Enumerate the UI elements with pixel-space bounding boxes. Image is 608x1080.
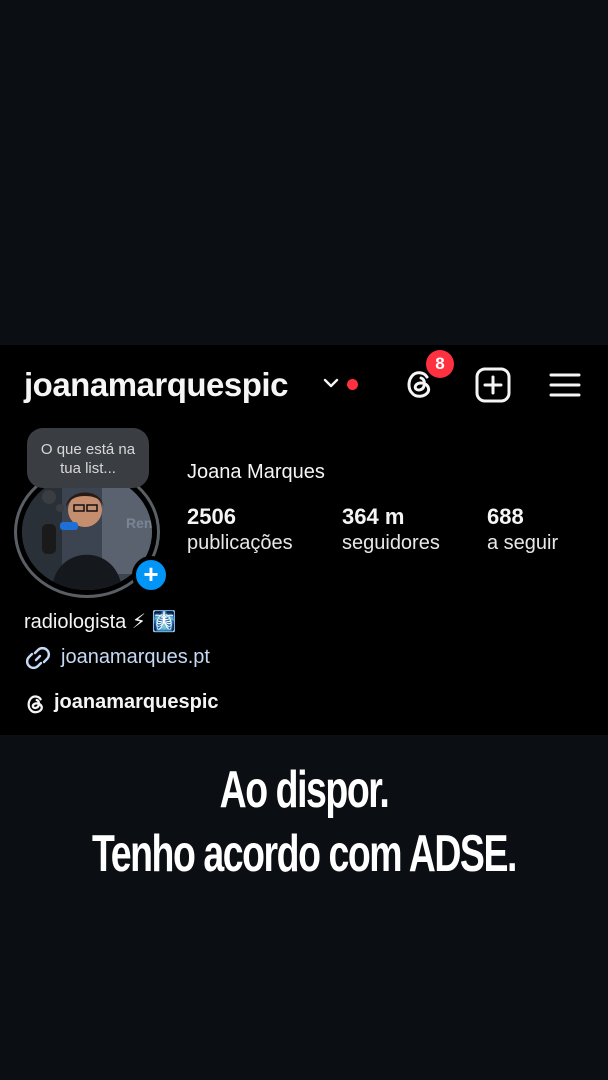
link-icon [24,644,52,677]
link-text[interactable]: joanamarques.pt [61,646,210,669]
overlay-caption: Ao dispor. Tenho acordo com ADSE. [85,758,523,886]
profile-header: joanamarquespic 8 [0,350,608,408]
menu-icon[interactable] [548,368,582,402]
svg-text:Ren: Ren [126,515,152,531]
threads-notification-badge: 8 [426,350,454,378]
add-post-icon[interactable] [474,366,512,404]
stat-label: a seguir [487,532,559,554]
username-switcher[interactable]: joanamarquespic [24,366,288,404]
profile-bio: radiologista ⚡ 🩻 [24,611,177,633]
add-story-button[interactable]: + [132,556,170,594]
note-bubble[interactable]: O que está na tua list... [27,428,149,488]
chevron-down-icon[interactable] [322,376,340,395]
note-bubble-tail-small [56,504,64,512]
notification-dot [347,379,358,390]
stat-followers[interactable]: 364 m seguidores [342,504,440,555]
threads-handle[interactable]: joanamarquespic [54,691,219,714]
threads-icon [24,692,48,721]
caption-line: Ao dispor. [219,761,390,819]
stat-posts[interactable]: 2506 publicações [187,504,293,555]
stat-value: 688 [487,504,524,529]
stat-label: publicações [187,532,293,554]
profile-full-name: Joana Marques [187,461,325,483]
stat-value: 364 m [342,504,405,529]
note-bubble-tail [42,490,56,504]
stat-following[interactable]: 688 a seguir [487,504,558,555]
stat-value: 2506 [187,504,236,529]
stat-label: seguidores [342,532,440,554]
caption-line: Tenho acordo com ADSE. [92,825,517,883]
